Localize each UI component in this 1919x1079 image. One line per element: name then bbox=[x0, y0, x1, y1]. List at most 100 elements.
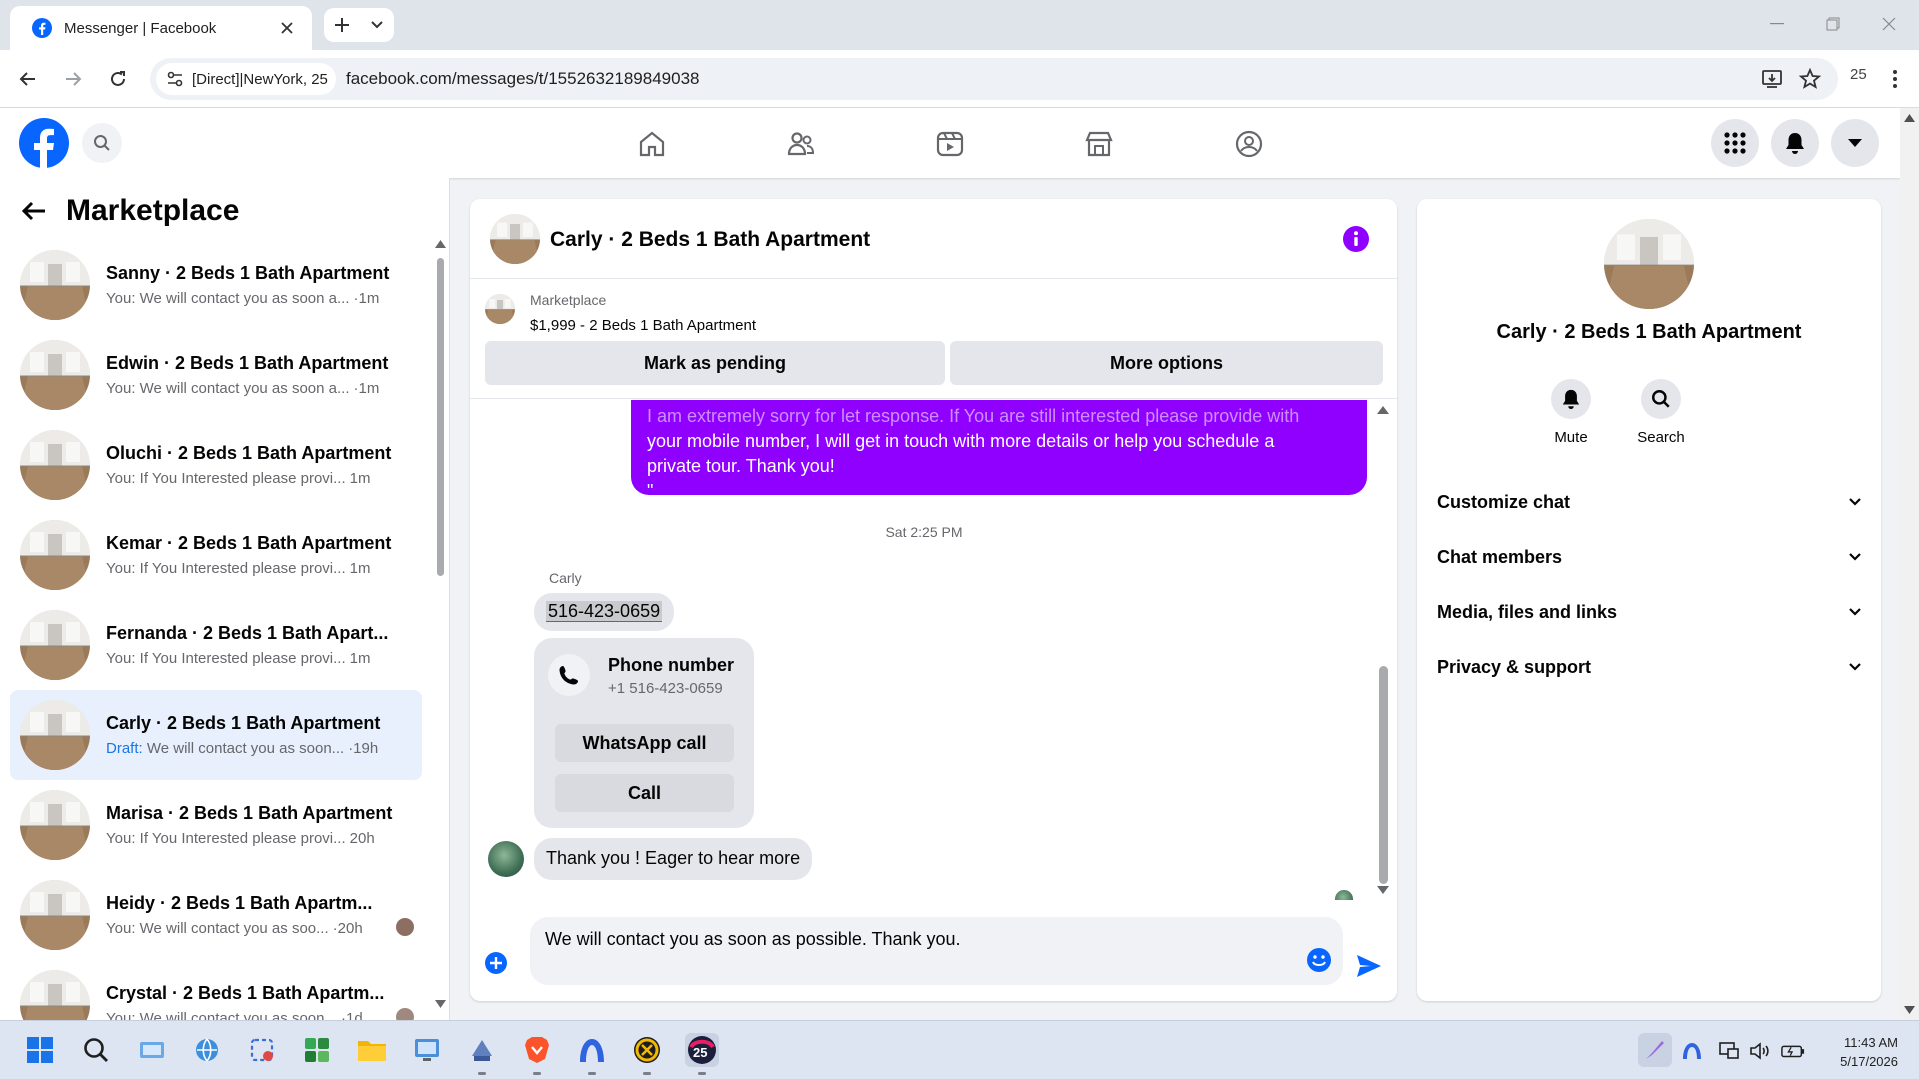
tab-search-chevron-icon[interactable] bbox=[370, 20, 384, 30]
incoming-message[interactable]: Thank you ! Eager to hear more bbox=[534, 838, 813, 880]
close-window-icon[interactable] bbox=[1874, 10, 1904, 38]
brave-browser-icon[interactable] bbox=[520, 1033, 554, 1075]
bookmark-star-icon[interactable] bbox=[1798, 67, 1822, 91]
conversation-name: Fernanda · 2 Beds 1 Bath Apart... bbox=[106, 623, 389, 643]
info-icon[interactable] bbox=[1343, 226, 1369, 252]
pen-tray-icon[interactable] bbox=[1638, 1033, 1672, 1067]
chat-title[interactable]: Carly · 2 Beds 1 Bath Apartment bbox=[550, 228, 870, 252]
search-in-chat-button[interactable]: Search bbox=[1621, 379, 1701, 446]
call-button[interactable]: Call bbox=[555, 774, 734, 812]
file-explorer-icon[interactable] bbox=[355, 1033, 389, 1067]
customize-chat-section[interactable]: Customize chat bbox=[1437, 480, 1861, 524]
preview-prefix: You: bbox=[106, 290, 136, 307]
site-chip-label: [Direct]|NewYork, 25 bbox=[192, 70, 328, 88]
mute-label: Mute bbox=[1554, 429, 1588, 446]
minimize-window-icon[interactable] bbox=[1762, 10, 1792, 38]
preview-time: 1m bbox=[349, 470, 371, 487]
preview-text: We will contact you as soon a... bbox=[139, 380, 350, 397]
thread-scrollbar[interactable] bbox=[1376, 400, 1390, 900]
volume-icon[interactable] bbox=[1748, 1039, 1772, 1063]
message-composer[interactable] bbox=[530, 917, 1343, 985]
back-arrow-icon[interactable] bbox=[13, 64, 43, 94]
chat-members-section[interactable]: Chat members bbox=[1437, 535, 1861, 579]
preview-text: If You Interested please provi... bbox=[139, 650, 346, 667]
marketplace-sidebar: Marketplace Sanny · 2 Beds 1 Bath Apartm… bbox=[0, 178, 450, 1020]
task-view-icon[interactable] bbox=[135, 1033, 169, 1067]
whatsapp-call-button[interactable]: WhatsApp call bbox=[555, 724, 734, 762]
conversation-item[interactable]: Crystal · 2 Beds 1 Bath Apartm... You: W… bbox=[10, 960, 422, 1020]
menu-grid-icon[interactable] bbox=[1711, 119, 1759, 167]
sidebar-scroll-thumb[interactable] bbox=[437, 258, 444, 576]
preview-prefix: You: bbox=[106, 830, 136, 847]
arc-app-icon[interactable] bbox=[575, 1033, 609, 1075]
facebook-logo-icon[interactable] bbox=[19, 118, 69, 168]
app-badge-number: 25 bbox=[693, 1045, 708, 1060]
search-icon bbox=[1652, 390, 1670, 408]
notifications-bell-icon[interactable] bbox=[1771, 119, 1819, 167]
chat-avatar[interactable] bbox=[490, 214, 540, 264]
forward-arrow-icon[interactable] bbox=[58, 64, 88, 94]
page-scrollbar[interactable] bbox=[1900, 108, 1919, 1020]
section-label: Chat members bbox=[1437, 546, 1563, 567]
install-app-icon[interactable] bbox=[1760, 67, 1784, 91]
conversation-item[interactable]: Sanny · 2 Beds 1 Bath Apartment You: We … bbox=[10, 240, 422, 330]
incoming-message-text: Thank you ! Eager to hear more bbox=[546, 848, 801, 868]
network-tool-icon[interactable] bbox=[465, 1033, 499, 1075]
phone-number-link[interactable]: 516-423-0659 bbox=[546, 601, 663, 622]
conversation-item[interactable]: Oluchi · 2 Beds 1 Bath Apartment You: If… bbox=[10, 420, 422, 510]
thread-scroll-thumb[interactable] bbox=[1379, 666, 1388, 884]
outgoing-message[interactable]: I am extremely sorry for let response. I… bbox=[631, 400, 1367, 501]
conversation-name: Kemar · 2 Beds 1 Bath Apartment bbox=[106, 533, 392, 553]
send-icon[interactable] bbox=[1355, 952, 1383, 980]
account-dropdown-icon[interactable] bbox=[1831, 119, 1879, 167]
reload-icon[interactable] bbox=[103, 64, 133, 94]
windows-start-icon[interactable] bbox=[23, 1033, 57, 1067]
media-files-links-section[interactable]: Media, files and links bbox=[1437, 590, 1861, 634]
network-globe-icon[interactable] bbox=[190, 1033, 224, 1067]
app-cluster-icon[interactable] bbox=[300, 1033, 334, 1067]
friends-nav-icon[interactable] bbox=[783, 126, 819, 162]
display-tray-icon[interactable] bbox=[1717, 1039, 1741, 1063]
sidebar-scrollbar[interactable] bbox=[434, 240, 446, 1010]
privacy-support-section[interactable]: Privacy & support bbox=[1437, 645, 1861, 689]
battery-icon[interactable] bbox=[1781, 1039, 1805, 1063]
marketplace-nav-icon[interactable] bbox=[1081, 126, 1117, 162]
new-tab-icon[interactable] bbox=[334, 17, 350, 33]
restore-window-icon[interactable] bbox=[1818, 10, 1848, 38]
add-attachment-icon[interactable] bbox=[484, 951, 508, 975]
browser-menu-icon[interactable] bbox=[1880, 64, 1910, 94]
gaming-nav-icon[interactable] bbox=[1231, 126, 1267, 162]
message-input[interactable] bbox=[545, 929, 1285, 950]
sender-avatar[interactable] bbox=[488, 841, 524, 877]
close-tab-icon[interactable] bbox=[276, 17, 298, 39]
conversation-item[interactable]: Edwin · 2 Beds 1 Bath Apartment You: We … bbox=[10, 330, 422, 420]
mark-as-pending-button[interactable]: Mark as pending bbox=[485, 341, 945, 385]
url-text[interactable]: facebook.com/messages/t/1552632189849038 bbox=[346, 69, 699, 89]
site-info-chip[interactable]: [Direct]|NewYork, 25 bbox=[156, 63, 336, 95]
search-icon[interactable] bbox=[79, 1033, 113, 1067]
conversation-item[interactable]: Heidy · 2 Beds 1 Bath Apartm... You: We … bbox=[10, 870, 422, 960]
listing-title[interactable]: $1,999 - 2 Beds 1 Bath Apartment bbox=[530, 317, 756, 334]
profile-25-app-icon[interactable]: 25 bbox=[685, 1033, 719, 1075]
conversation-item[interactable]: Fernanda · 2 Beds 1 Bath Apart... You: I… bbox=[10, 600, 422, 690]
conversation-item[interactable]: Marisa · 2 Beds 1 Bath Apartment You: If… bbox=[10, 780, 422, 870]
ix-browser-icon[interactable] bbox=[630, 1033, 664, 1075]
profile-badge[interactable]: 25 bbox=[1850, 66, 1867, 83]
facebook-search-icon[interactable] bbox=[82, 123, 122, 163]
browser-tab[interactable]: Messenger | Facebook bbox=[10, 6, 312, 50]
more-options-button[interactable]: More options bbox=[950, 341, 1383, 385]
snipping-tool-icon[interactable] bbox=[245, 1033, 279, 1067]
incoming-message-phone[interactable]: 516-423-0659 bbox=[534, 593, 675, 631]
conversation-item[interactable]: Kemar · 2 Beds 1 Bath Apartment You: If … bbox=[10, 510, 422, 600]
preview-prefix: You: bbox=[106, 920, 136, 937]
back-arrow-icon[interactable] bbox=[22, 201, 46, 221]
address-bar[interactable]: [Direct]|NewYork, 25 facebook.com/messag… bbox=[150, 58, 1838, 100]
conversation-item-active[interactable]: Carly · 2 Beds 1 Bath Apartment Draft: W… bbox=[10, 690, 422, 780]
system-clock[interactable]: 11:43 AM 5/17/2026 bbox=[1810, 1033, 1898, 1071]
vpn-tray-icon[interactable] bbox=[1680, 1039, 1704, 1063]
control-panel-icon[interactable] bbox=[410, 1033, 444, 1067]
video-nav-icon[interactable] bbox=[932, 126, 968, 162]
mute-button[interactable]: Mute bbox=[1531, 379, 1611, 446]
home-nav-icon[interactable] bbox=[634, 126, 670, 162]
emoji-icon[interactable] bbox=[1306, 947, 1332, 973]
